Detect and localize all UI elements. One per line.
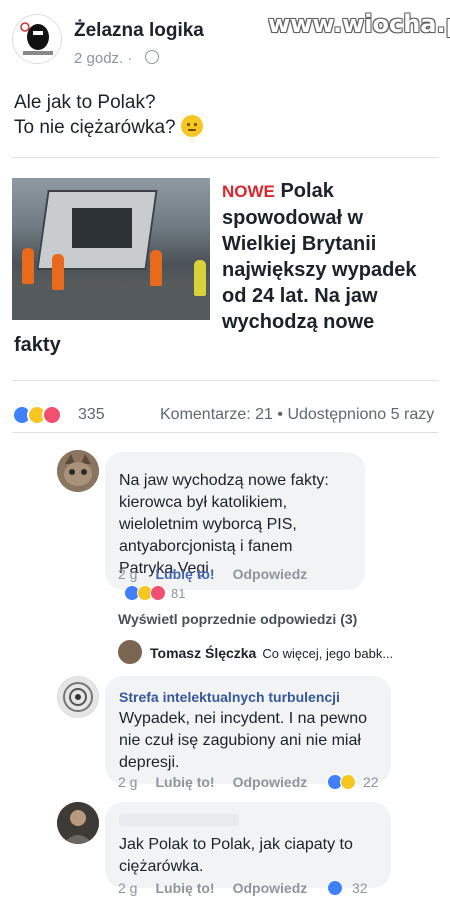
person-avatar-icon [57,802,99,844]
rolling-eyes-emoji-icon [180,115,203,137]
comment-reactions[interactable]: 32 [327,880,368,896]
view-previous-replies-link[interactable]: Wyświetl poprzednie odpowiedzi (3) [118,611,357,627]
love-icon [150,585,166,601]
reply-button[interactable]: Odpowiedz [233,880,308,896]
reply-snippet: Co więcej, jego babk... [262,646,394,661]
comment-bubble: Jak Polak to Polak, jak ciapaty to cięża… [105,802,391,888]
author-placeholder [119,462,351,470]
comment-text: Na jaw wychodzą nowe fakty: kierowca był… [119,472,329,577]
post-text: Ale jak to Polak? To nie ciężarówka? [14,90,203,140]
reply-button[interactable]: Odpowiedz [233,774,308,790]
worker-figure [52,254,64,290]
love-icon [42,405,62,425]
comments-count[interactable]: Komentarze: 21 [160,406,273,423]
watermark: www.wiocha.pl [268,10,450,38]
haha-icon [340,774,356,790]
post-text-line-2: To nie ciężarówka? [14,115,203,140]
road-shape [12,288,210,320]
new-badge: NOWE [222,182,275,201]
globe-icon [145,50,159,64]
reply-button[interactable]: Odpowiedz [233,566,308,582]
separator: • [277,406,288,423]
comment-reactions[interactable]: 22 [327,774,379,790]
divider [12,157,438,158]
comment-actions: 2 g Lubię to! Odpowiedz [118,566,307,582]
comment-text: Jak Polak to Polak, jak ciapaty to cięża… [119,836,353,875]
comment-actions: 2 g Lubię to! Odpowiedz [118,774,307,790]
commenter-avatar[interactable] [57,450,99,492]
worker-figure [150,250,162,286]
cat-avatar-icon [57,450,99,492]
spiral-avatar-icon [58,677,98,717]
post-timestamp[interactable]: 2 godz. · [74,50,132,67]
reply-avatar[interactable] [118,640,142,664]
reaction-count[interactable]: 335 [78,406,105,424]
post-text-line: Ale jak to Polak? [14,92,156,113]
page-logo-icon [13,15,61,63]
comment-reaction-count: 22 [363,774,379,790]
worker-figure [194,260,206,296]
divider [12,380,438,381]
blurred-author [119,814,239,826]
reply-preview[interactable]: Tomasz Ślęczka Co więcej, jego babk... [150,645,393,661]
commenter-avatar[interactable] [57,802,99,844]
comment-bubble: Strefa intelektualnych turbulencji Wypad… [105,676,391,784]
shares-count[interactable]: Udostępniono 5 razy [287,406,434,423]
comment-reaction-count: 81 [171,585,186,601]
like-icon [327,880,343,896]
link-title-tail[interactable]: fakty [14,334,61,357]
page-avatar[interactable] [12,14,62,64]
page-name[interactable]: Żelazna logika [74,20,204,42]
comment-reactions[interactable]: 81 [124,585,185,601]
link-title[interactable]: NOWE Polak spowodował w Wielkiej Brytani… [222,178,440,335]
reply-author[interactable]: Tomasz Ślęczka [150,645,256,661]
reactions-summary[interactable] [12,405,62,425]
comment-time[interactable]: 2 g [118,566,137,582]
post-meta: Komentarze: 21 • Udostępniono 5 razy [160,406,434,424]
comment-text: Wypadek, nei incydent. I na pewno nie cz… [119,710,368,771]
link-title-text: Polak spowodował w Wielkiej Brytanii naj… [222,180,417,333]
like-button[interactable]: Lubię to! [155,566,214,582]
comment-reaction-count: 32 [352,880,368,896]
like-button[interactable]: Lubię to! [155,880,214,896]
divider [12,432,438,433]
truck-cab-shape [72,208,132,248]
comment-author[interactable]: Strefa intelektualnych turbulencji [119,686,377,708]
post-text-line-2-content: To nie ciężarówka? [14,117,176,138]
comment-time[interactable]: 2 g [118,880,137,896]
commenter-avatar[interactable] [57,676,99,718]
like-button[interactable]: Lubię to! [155,774,214,790]
comment-time[interactable]: 2 g [118,774,137,790]
comment-actions: 2 g Lubię to! Odpowiedz [118,880,307,896]
worker-figure [22,248,34,284]
link-preview-image[interactable] [12,178,210,320]
